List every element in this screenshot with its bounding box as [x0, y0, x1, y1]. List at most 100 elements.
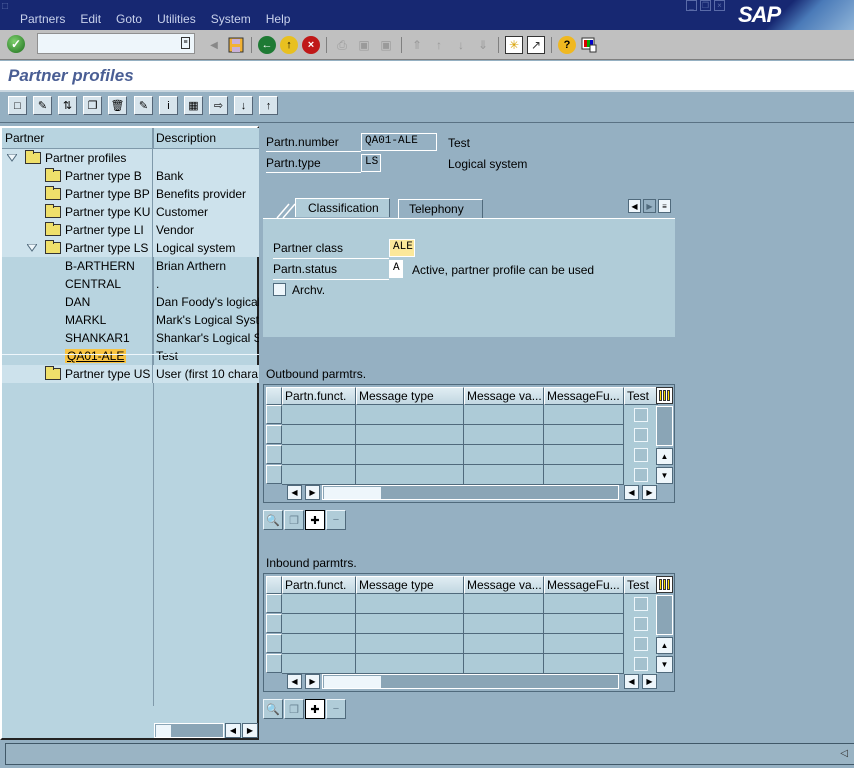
tree-row[interactable]: B-ARTHERN Brian Arthern: [2, 257, 259, 275]
table-cell[interactable]: [356, 654, 464, 674]
partn-number-field[interactable]: QA01-ALE: [361, 133, 437, 151]
tree-row[interactable]: CENTRAL.: [2, 275, 259, 293]
scroll-left-icon[interactable]: ◀: [287, 674, 302, 689]
command-input[interactable]: [38, 34, 176, 53]
table-cell[interactable]: [464, 425, 544, 445]
tree-row[interactable]: QA01-ALE Test: [2, 347, 259, 365]
select-all-button[interactable]: [266, 576, 282, 594]
table-cell[interactable]: [356, 594, 464, 614]
table-cell[interactable]: [544, 654, 624, 674]
tree-cell-partner[interactable]: Partner type B: [2, 167, 153, 185]
tree-cell-partner[interactable]: MARKL: [2, 311, 153, 329]
hierarchy-icon[interactable]: ▦: [184, 96, 203, 115]
scroll-right-icon[interactable]: ▶: [305, 674, 320, 689]
table-cell[interactable]: [282, 594, 356, 614]
table-cell[interactable]: [282, 654, 356, 674]
partner-class-field[interactable]: ALE: [389, 239, 415, 257]
scroll-thumb[interactable]: [324, 676, 381, 688]
table-cell[interactable]: [282, 425, 356, 445]
back-icon[interactable]: ←: [258, 36, 276, 54]
scroll-down-icon[interactable]: ▼: [656, 467, 673, 484]
test-checkbox[interactable]: [634, 448, 648, 462]
tree-cell-partner[interactable]: Partner type US: [2, 365, 153, 383]
scroll-left-icon[interactable]: ◀: [287, 485, 302, 500]
tab-classification[interactable]: Classification: [295, 198, 390, 217]
scroll-right-icon[interactable]: ▶: [242, 723, 258, 738]
create-entry-icon[interactable]: ✚: [305, 699, 325, 719]
layout-menu-icon[interactable]: [580, 36, 598, 54]
tree-row[interactable]: MARKL Mark's Logical Syst: [2, 311, 259, 329]
table-cell[interactable]: [544, 634, 624, 654]
remove-record-icon[interactable]: ↑: [259, 96, 278, 115]
vertical-scrollbar[interactable]: ▲ ▼: [656, 406, 673, 484]
last-page-icon[interactable]: ⇓: [474, 36, 492, 54]
horizontal-scrollbar[interactable]: ◀ ▶ ◀ ▶: [286, 674, 659, 689]
tab-scroll-right-icon[interactable]: ▶: [643, 199, 656, 213]
table-cell[interactable]: [464, 614, 544, 634]
tree-node-label[interactable]: Partner type KU: [65, 205, 150, 219]
tree-node-label[interactable]: Partner profiles: [45, 151, 126, 165]
test-checkbox[interactable]: [634, 428, 648, 442]
row-selector[interactable]: [266, 614, 282, 633]
tree-cell-partner[interactable]: SHANKAR1: [2, 329, 153, 347]
tree-cell-partner[interactable]: Partner type BP: [2, 185, 153, 203]
tree-cell-partner[interactable]: Partner type LI: [2, 221, 153, 239]
table-cell[interactable]: [356, 614, 464, 634]
tree-node-label[interactable]: CENTRAL: [65, 277, 121, 291]
tree-row[interactable]: Partner type US User (first 10 chara: [2, 365, 259, 383]
tree-horizontal-scrollbar[interactable]: ◀ ▶: [154, 723, 258, 738]
scroll-left-icon[interactable]: ◀: [624, 674, 639, 689]
print-icon[interactable]: ⎙: [333, 36, 351, 54]
table-cell[interactable]: [282, 405, 356, 425]
create-icon[interactable]: □: [8, 96, 27, 115]
table-settings-icon[interactable]: [656, 576, 673, 593]
row-selector[interactable]: [266, 634, 282, 653]
tab-scroll-left-icon[interactable]: ◀: [628, 199, 641, 213]
scroll-left-icon[interactable]: ◀: [225, 723, 241, 738]
delete-entry-icon[interactable]: −: [326, 510, 346, 530]
menu-help[interactable]: Help: [266, 12, 291, 26]
tree-cell-partner[interactable]: Partner profiles: [2, 149, 153, 167]
scroll-left-icon[interactable]: ◀: [624, 485, 639, 500]
next-page-icon[interactable]: ↓: [452, 36, 470, 54]
horizontal-scrollbar[interactable]: ◀ ▶ ◀ ▶: [286, 485, 659, 500]
menu-goto[interactable]: Goto: [116, 12, 142, 26]
previous-page-icon[interactable]: ↑: [430, 36, 448, 54]
row-selector[interactable]: [266, 445, 282, 464]
row-selector[interactable]: [266, 425, 282, 444]
table-cell[interactable]: [282, 465, 356, 485]
column-header[interactable]: MessageFu...: [544, 576, 624, 594]
menu-edit[interactable]: Edit: [80, 12, 101, 26]
menu-partners[interactable]: Partners: [20, 12, 65, 26]
vertical-scrollbar[interactable]: ▲ ▼: [656, 595, 673, 673]
column-header[interactable]: Message va...: [464, 576, 544, 594]
test-checkbox[interactable]: [634, 597, 648, 611]
tree-cell-partner[interactable]: QA01-ALE: [2, 347, 153, 365]
table-cell[interactable]: [356, 425, 464, 445]
table-cell[interactable]: [544, 445, 624, 465]
test-checkbox[interactable]: [634, 468, 648, 482]
table-cell[interactable]: [544, 425, 624, 445]
column-header[interactable]: Partn.funct.: [282, 387, 356, 405]
table-cell[interactable]: [544, 594, 624, 614]
display-icon[interactable]: 🔍: [263, 699, 283, 719]
test-checkbox[interactable]: [634, 617, 648, 631]
find-icon[interactable]: ▣: [355, 36, 373, 54]
archv-checkbox[interactable]: [273, 283, 286, 296]
tree-cell-partner[interactable]: Partner type KU: [2, 203, 153, 221]
tree-row[interactable]: Partner type LI Vendor: [2, 221, 259, 239]
delete-entry-icon[interactable]: −: [326, 699, 346, 719]
scroll-track[interactable]: [154, 723, 224, 738]
restore-icon[interactable]: ❐: [700, 0, 711, 11]
expand-toggle-icon[interactable]: [27, 244, 37, 252]
column-header[interactable]: Test: [624, 387, 658, 405]
display-icon[interactable]: 🔍: [263, 510, 283, 530]
info-icon[interactable]: i: [159, 96, 178, 115]
scroll-right-icon[interactable]: ▶: [642, 674, 657, 689]
exit-icon[interactable]: ↑: [280, 36, 298, 54]
column-header[interactable]: Message type: [356, 576, 464, 594]
tree-cell-partner[interactable]: DAN: [2, 293, 153, 311]
tree-node-label[interactable]: Partner type US: [65, 367, 150, 381]
scroll-track[interactable]: [322, 674, 619, 689]
table-cell[interactable]: [464, 654, 544, 674]
